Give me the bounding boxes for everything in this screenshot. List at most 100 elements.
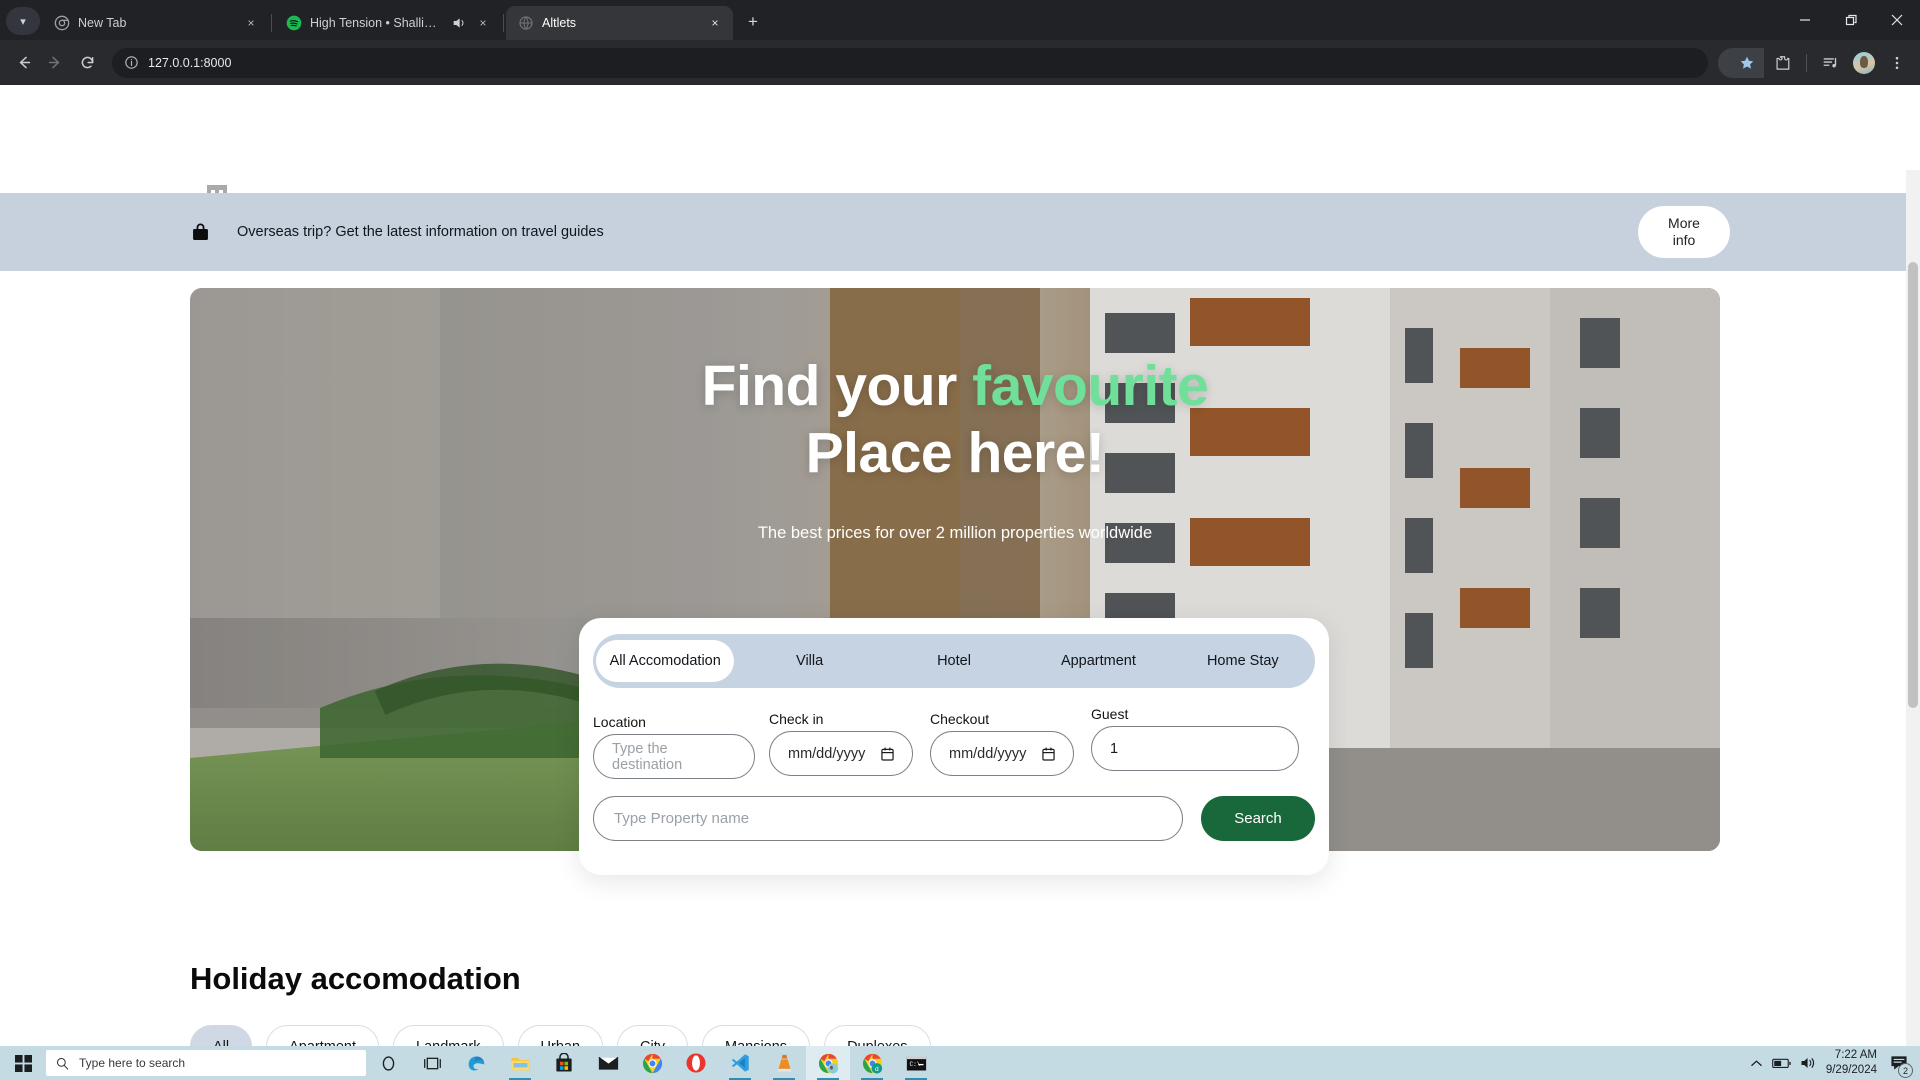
browser-tab-1[interactable]: High Tension • Shallipopi × [274, 6, 501, 40]
checkout-input[interactable]: mm/dd/yyyy [930, 731, 1074, 776]
edge-icon[interactable] [454, 1046, 498, 1080]
address-bar-url: 127.0.0.1:8000 [148, 55, 232, 70]
mail-icon[interactable] [586, 1046, 630, 1080]
tab-title: Altlets [542, 16, 577, 30]
windows-taskbar: Type here to search d C:\ 7:22 AM 9/29/2… [0, 1046, 1920, 1080]
filter-pill-all[interactable]: All [190, 1025, 253, 1046]
site-info-icon[interactable] [124, 55, 139, 70]
media-control-icon[interactable] [1816, 48, 1846, 78]
search-card: All Accomodation Villa Hotel Appartment … [579, 618, 1329, 875]
vlc-icon[interactable] [762, 1046, 806, 1080]
show-hidden-icons-chevron-icon[interactable] [1750, 1057, 1763, 1070]
taskbar-search-placeholder: Type here to search [79, 1056, 186, 1070]
volume-icon[interactable] [1800, 1056, 1817, 1070]
battery-icon[interactable] [1771, 1057, 1791, 1070]
reload-icon[interactable] [72, 48, 102, 78]
start-button[interactable] [0, 1046, 46, 1080]
guest-input[interactable]: 1 [1091, 726, 1299, 771]
globe-icon [519, 16, 533, 30]
tab-close-icon[interactable]: × [243, 15, 259, 31]
tab-hotel[interactable]: Hotel [885, 640, 1023, 682]
search-button[interactable]: Search [1201, 796, 1315, 841]
chrome-icon[interactable] [630, 1046, 674, 1080]
guest-label: Guest [1091, 706, 1129, 722]
taskbar-search-box[interactable]: Type here to search [46, 1050, 366, 1076]
notification-center-button[interactable]: 2 [1886, 1048, 1913, 1078]
tab-search-chevron-icon[interactable]: ▾ [6, 7, 40, 35]
new-tab-button[interactable]: + [739, 8, 767, 36]
spotify-icon [286, 15, 302, 31]
filter-pill-mansions[interactable]: Mansions [702, 1025, 811, 1046]
more-info-line1: More [1668, 214, 1700, 231]
scrollbar-thumb[interactable] [1908, 262, 1918, 708]
toolbar-right-actions [1718, 47, 1912, 78]
hero-title-accent: favourite [972, 354, 1209, 418]
tab-appartment[interactable]: Appartment [1029, 640, 1167, 682]
checkin-placeholder: mm/dd/yyyy [788, 745, 866, 762]
bookmark-star-icon[interactable] [1718, 47, 1764, 78]
maximize-button[interactable] [1828, 0, 1874, 40]
tab-audio-icon[interactable] [451, 15, 467, 31]
filter-pill-apartment[interactable]: Apartment [266, 1025, 380, 1046]
address-bar[interactable]: 127.0.0.1:8000 [112, 47, 1708, 78]
checkin-input[interactable]: mm/dd/yyyy [769, 731, 913, 776]
chrome-d-icon[interactable]: d [850, 1046, 894, 1080]
tab-close-icon[interactable]: × [475, 15, 491, 31]
chrome-profile-icon[interactable] [806, 1046, 850, 1080]
chrome-menu-icon[interactable] [1882, 48, 1912, 78]
notification-badge: 2 [1898, 1063, 1913, 1078]
cortana-icon[interactable] [366, 1046, 410, 1080]
calendar-icon[interactable] [881, 746, 894, 761]
filter-pill-urban[interactable]: Urban [517, 1025, 604, 1046]
guest-value: 1 [1110, 740, 1119, 757]
tab-home-stay[interactable]: Home Stay [1174, 640, 1312, 682]
filter-pill-city[interactable]: City [617, 1025, 688, 1046]
close-window-button[interactable] [1874, 0, 1920, 40]
location-input[interactable]: Type the destination [593, 734, 755, 779]
terminal-icon[interactable]: C:\ [894, 1046, 938, 1080]
profile-avatar[interactable] [1849, 48, 1879, 78]
tab-separator [503, 14, 504, 32]
checkin-field-group: Check in mm/dd/yyyy [769, 711, 913, 776]
checkin-label: Check in [769, 711, 824, 727]
checkout-placeholder: mm/dd/yyyy [949, 745, 1027, 762]
extensions-icon[interactable] [1767, 48, 1797, 78]
toolbar-divider [1806, 53, 1807, 72]
property-name-input[interactable]: Type Property name [593, 796, 1183, 841]
more-info-button[interactable]: More info [1638, 206, 1730, 258]
forward-icon[interactable] [40, 48, 70, 78]
chrome-icon [54, 15, 70, 31]
file-explorer-icon[interactable] [498, 1046, 542, 1080]
location-placeholder: Type the destination [612, 740, 683, 773]
task-view-icon[interactable] [410, 1046, 454, 1080]
hero-title-part1: Find your [701, 354, 973, 418]
page-scrollbar[interactable] [1906, 170, 1920, 1046]
location-label: Location [593, 714, 646, 730]
holiday-section-title: Holiday accomodation [190, 961, 521, 996]
guest-field-group: Guest 1 [1091, 706, 1299, 771]
tab-all-accomodation[interactable]: All Accomodation [596, 640, 735, 682]
minimize-button[interactable] [1782, 0, 1828, 40]
microsoft-store-icon[interactable] [542, 1046, 586, 1080]
location-field-group: Location Type the destination [593, 714, 755, 779]
filter-pill-landmark[interactable]: Landmark [393, 1025, 504, 1046]
tab-close-icon[interactable]: × [707, 15, 723, 31]
tab-separator [271, 14, 272, 32]
promo-content: Overseas trip? Get the latest informatio… [190, 193, 604, 271]
tab-title: High Tension • Shallipopi [310, 16, 443, 30]
taskbar-clock[interactable]: 7:22 AM 9/29/2024 [1826, 1048, 1877, 1077]
browser-tab-0[interactable]: New Tab × [42, 6, 269, 40]
calendar-icon[interactable] [1042, 746, 1055, 761]
filter-pill-duplexes[interactable]: Duplexes [824, 1025, 931, 1046]
vscode-icon[interactable] [718, 1046, 762, 1080]
search-icon [56, 1057, 69, 1070]
window-controls [1782, 0, 1920, 40]
clock-date: 9/29/2024 [1825, 1064, 1877, 1076]
more-info-line2: info [1672, 232, 1696, 248]
tab-villa[interactable]: Villa [740, 640, 878, 682]
back-icon[interactable] [8, 48, 38, 78]
accommodation-type-tabs: All Accomodation Villa Hotel Appartment … [593, 634, 1315, 688]
browser-tab-2[interactable]: Altlets × [506, 6, 733, 40]
svg-text:d: d [875, 1065, 879, 1072]
opera-icon[interactable] [674, 1046, 718, 1080]
